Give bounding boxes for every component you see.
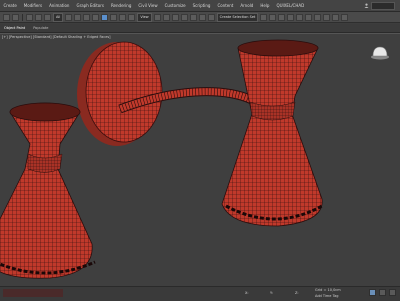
ribbon-tabs: Object Paint Populate: [0, 24, 400, 33]
main-toolbar: All View Create Selection Set: [0, 12, 400, 23]
render-production-button[interactable]: [341, 13, 349, 21]
mirror-button[interactable]: [260, 13, 268, 21]
schematic-view-button[interactable]: [305, 13, 313, 21]
selection-filter-dropdown[interactable]: All: [53, 12, 64, 22]
status-bar: X: Y: Z: Grid = 10,0cm Add Time Tag: [0, 286, 400, 301]
sign-in[interactable]: [364, 1, 395, 10]
play-icon[interactable]: [389, 289, 396, 296]
menu-item-civil-view[interactable]: Civil View: [135, 3, 161, 8]
tab-populate[interactable]: Populate: [29, 26, 52, 30]
menu-item-content[interactable]: Content: [214, 3, 237, 8]
menu-item-animation[interactable]: Animation: [46, 3, 73, 8]
pivot-center-button[interactable]: [153, 13, 161, 21]
z-label: Z:: [295, 291, 299, 295]
snaps-toggle-button[interactable]: [180, 13, 188, 21]
menu-item-create[interactable]: Create: [0, 3, 20, 8]
playback-controls: [369, 289, 396, 296]
select-and-rotate-button[interactable]: [110, 13, 118, 21]
window-crossing-button[interactable]: [92, 13, 100, 21]
align-button[interactable]: [269, 13, 277, 21]
layer-explorer-button[interactable]: [278, 13, 286, 21]
angle-snap-button[interactable]: [189, 13, 197, 21]
y-label: Y:: [270, 291, 273, 295]
add-time-tag[interactable]: Add Time Tag: [315, 294, 339, 298]
menu-item-rendering[interactable]: Rendering: [107, 3, 134, 8]
set-key-button[interactable]: [379, 289, 386, 296]
redo-button[interactable]: [12, 13, 19, 21]
toggle-ribbon-button[interactable]: [287, 13, 295, 21]
reference-coordinate-dropdown[interactable]: View: [137, 12, 152, 22]
tab-object-paint[interactable]: Object Paint: [0, 26, 29, 30]
perspective-viewport[interactable]: [+] [Perspective] [Standard] [Default Sh…: [0, 33, 400, 287]
scene-canvas: [0, 39, 323, 279]
auto-key-button[interactable]: [369, 289, 376, 296]
menu-item-plugin[interactable]: QUIXEL/CHAD: [273, 3, 308, 8]
unlink-button[interactable]: [35, 13, 42, 21]
spinner-snap-button[interactable]: [207, 13, 215, 21]
user-icon: [364, 3, 369, 9]
render-setup-button[interactable]: [323, 13, 331, 21]
menu-item-graph-editors[interactable]: Graph Editors: [73, 3, 107, 8]
keyboard-shortcut-override-button[interactable]: [171, 13, 179, 21]
viewcube[interactable]: [370, 44, 390, 64]
sign-in-field[interactable]: [371, 1, 395, 10]
link-button[interactable]: [26, 13, 33, 21]
grid-size: Grid = 10,0cm: [315, 288, 341, 292]
rendered-frame-window-button[interactable]: [332, 13, 340, 21]
material-editor-button[interactable]: [314, 13, 322, 21]
left-lamp-shade[interactable]: [0, 102, 96, 279]
menu-item-help[interactable]: Help: [257, 3, 273, 8]
menu-item-modifiers[interactable]: Modifiers: [20, 3, 45, 8]
menu-item-arnold[interactable]: Arnold: [237, 3, 257, 8]
curve-editor-button[interactable]: [296, 13, 304, 21]
right-lamp-shade[interactable]: [221, 39, 323, 227]
select-and-scale-button[interactable]: [119, 13, 127, 21]
select-by-name-button[interactable]: [74, 13, 82, 21]
bind-space-warp-button[interactable]: [44, 13, 51, 21]
menu-bar: Create Modifiers Animation Graph Editors…: [0, 0, 400, 12]
selection-region-button[interactable]: [83, 13, 91, 21]
menu-item-scripting[interactable]: Scripting: [189, 3, 214, 8]
home-icon[interactable]: [370, 44, 390, 60]
x-label: X:: [245, 291, 249, 295]
percent-snap-button[interactable]: [198, 13, 206, 21]
menu-item-customize[interactable]: Customize: [161, 3, 189, 8]
select-object-button[interactable]: [65, 13, 73, 21]
select-manipulate-button[interactable]: [162, 13, 170, 21]
undo-button[interactable]: [3, 13, 10, 21]
select-and-move-button[interactable]: [101, 13, 109, 21]
named-selection-set-dropdown[interactable]: Create Selection Set: [216, 12, 259, 22]
wall-plate[interactable]: [77, 41, 163, 146]
toolbar-separator: [22, 13, 23, 21]
select-and-place-button[interactable]: [128, 13, 136, 21]
maxscript-listener[interactable]: [3, 289, 63, 297]
